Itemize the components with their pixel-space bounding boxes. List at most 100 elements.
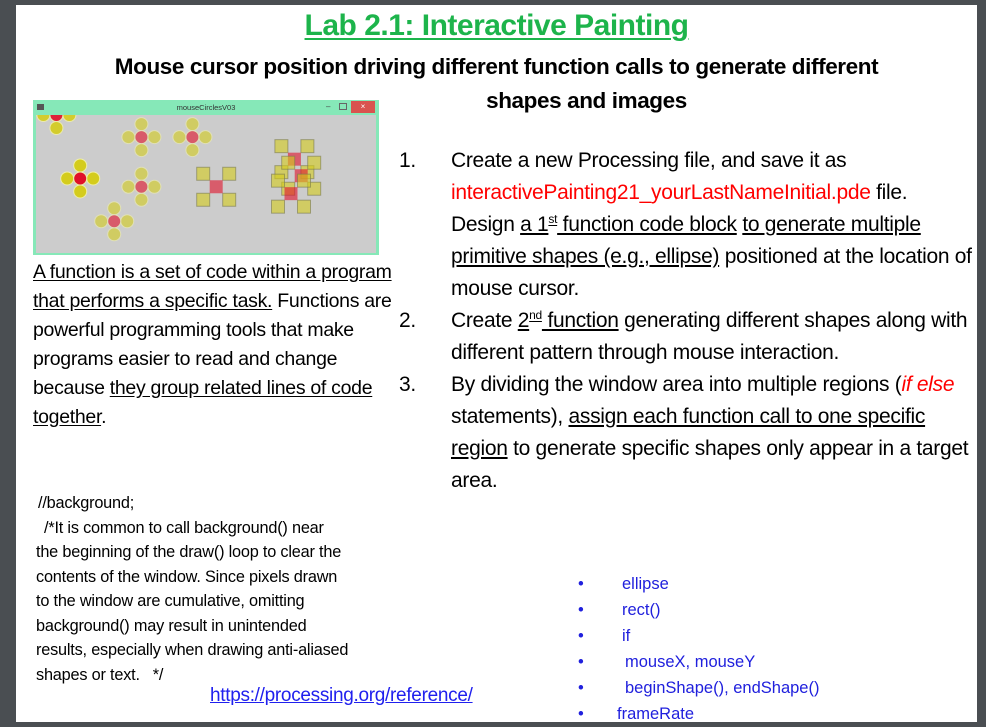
- keyword-item: • beginShape(), endShape(): [578, 675, 938, 701]
- slide-title: Lab 2.1: Interactive Painting: [304, 9, 689, 42]
- keyword-text: if: [622, 627, 631, 645]
- keyword-item: • mouseX, mouseY: [578, 649, 938, 675]
- red-circle: [185, 130, 200, 145]
- comment-line: contents of the window. Since pixels dra…: [36, 567, 338, 586]
- bullet-icon: •: [578, 705, 584, 722]
- yellow-square: [307, 155, 322, 170]
- circle-cluster: [60, 158, 101, 199]
- keyword-text: beginShape(), endShape(): [625, 679, 820, 697]
- window-title: mouseCirclesV03: [176, 103, 236, 112]
- yellow-circle: [147, 179, 162, 194]
- step-text: to generate specific shapes only appear …: [451, 437, 969, 492]
- yellow-circle: [185, 143, 200, 158]
- close-icon[interactable]: ×: [351, 101, 375, 113]
- sketch-canvas: [36, 115, 376, 253]
- step-text: function code block: [557, 213, 737, 236]
- circle-cluster: [94, 201, 135, 242]
- red-square: [284, 187, 298, 201]
- keyword-item: • frameRate: [578, 701, 938, 722]
- comment-line: shapes or text. */: [36, 665, 164, 684]
- square-cluster: [271, 173, 311, 214]
- square-cluster: [196, 166, 237, 207]
- yellow-circle: [185, 117, 200, 132]
- yellow-square: [297, 199, 311, 214]
- step-text: st: [548, 212, 558, 226]
- yellow-circle: [73, 158, 88, 173]
- yellow-circle: [107, 201, 122, 216]
- comment-line: results, especially when drawing anti-al…: [36, 641, 349, 659]
- step-item: 2. Create 2nd function generating differe…: [399, 305, 974, 369]
- bullet-icon: •: [578, 653, 584, 671]
- step-item: 3. By dividing the window area into multi…: [399, 369, 974, 497]
- yellow-circle: [73, 184, 88, 199]
- yellow-circle: [86, 171, 101, 186]
- step-text: a 1: [520, 213, 549, 236]
- step-number: 2.: [399, 309, 416, 332]
- bullet-icon: •: [578, 601, 584, 619]
- red-circle: [107, 214, 122, 229]
- comment-line: background() may result in unintended: [36, 616, 307, 635]
- function-definition-paragraph: A function is a set of code within a pro…: [33, 258, 393, 432]
- step-text: Create: [451, 309, 518, 332]
- yellow-circle: [134, 192, 149, 207]
- yellow-circle: [120, 214, 135, 229]
- circle-cluster: [121, 166, 162, 207]
- subtitle-line-1: Mouse cursor position driving different …: [114, 54, 879, 79]
- comment-line: the beginning of the draw() loop to clea…: [36, 543, 342, 561]
- bullet-icon: •: [578, 627, 584, 645]
- maximize-icon[interactable]: [339, 103, 347, 110]
- circle-cluster: [36, 115, 77, 135]
- comment-line: to the window are cumulative, omitting: [36, 592, 305, 610]
- step-text: statements),: [451, 405, 569, 428]
- yellow-circle: [121, 130, 136, 145]
- canvas-drawing: [36, 115, 322, 242]
- step-text: function: [541, 309, 619, 332]
- yellow-square: [274, 139, 289, 154]
- yellow-circle: [134, 166, 149, 181]
- yellow-square: [222, 192, 237, 207]
- step-number: 3.: [399, 373, 416, 396]
- yellow-circle: [134, 143, 149, 158]
- yellow-circle: [121, 179, 136, 194]
- step-number: 1.: [399, 149, 416, 172]
- red-circle: [134, 179, 149, 194]
- yellow-square: [281, 155, 296, 170]
- comment-line: //background;: [38, 494, 135, 512]
- step-text: if else: [901, 373, 955, 396]
- yellow-circle: [172, 130, 187, 145]
- yellow-circle: [134, 117, 149, 132]
- yellow-square: [196, 166, 211, 181]
- bullet-icon: •: [578, 575, 584, 593]
- yellow-square: [300, 139, 315, 154]
- step-text: By dividing the window area into multipl…: [451, 373, 902, 396]
- red-circle: [134, 130, 149, 145]
- keyword-item: • ellipse: [578, 571, 938, 597]
- red-circle: [49, 115, 64, 122]
- background-comment-block: //background; /*It is common to call bac…: [36, 491, 456, 687]
- yellow-circle: [107, 227, 122, 242]
- keyword-text: frameRate: [617, 705, 695, 722]
- processing-reference-link[interactable]: https://processing.org/reference/: [210, 685, 473, 707]
- step-item: 1. Create a new Processing file, and save…: [399, 145, 974, 305]
- yellow-circle: [60, 171, 75, 186]
- app-icon: [37, 104, 44, 110]
- yellow-circle: [147, 130, 162, 145]
- keyword-text: ellipse: [622, 575, 669, 593]
- yellow-square: [222, 166, 237, 181]
- keyword-text: mouseX, mouseY: [625, 653, 756, 671]
- yellow-square: [196, 192, 211, 207]
- yellow-square: [271, 173, 285, 188]
- keyword-list: • ellipse • rect() • if • mouseX, mouseY • be…: [578, 571, 938, 722]
- yellow-circle: [94, 214, 109, 229]
- yellow-circle: [62, 115, 77, 122]
- red-circle: [73, 171, 88, 186]
- minimize-icon[interactable]: –: [326, 103, 330, 111]
- bullet-icon: •: [578, 679, 584, 697]
- step-text: nd: [529, 308, 542, 322]
- keyword-item: • rect(): [578, 597, 938, 623]
- yellow-circle: [49, 121, 64, 135]
- circle-cluster: [172, 117, 213, 158]
- window-titlebar: mouseCirclesV03 – ×: [33, 100, 379, 115]
- yellow-square: [297, 173, 311, 188]
- step-text: interactivePainting21_yourLastNameInitia…: [451, 181, 871, 204]
